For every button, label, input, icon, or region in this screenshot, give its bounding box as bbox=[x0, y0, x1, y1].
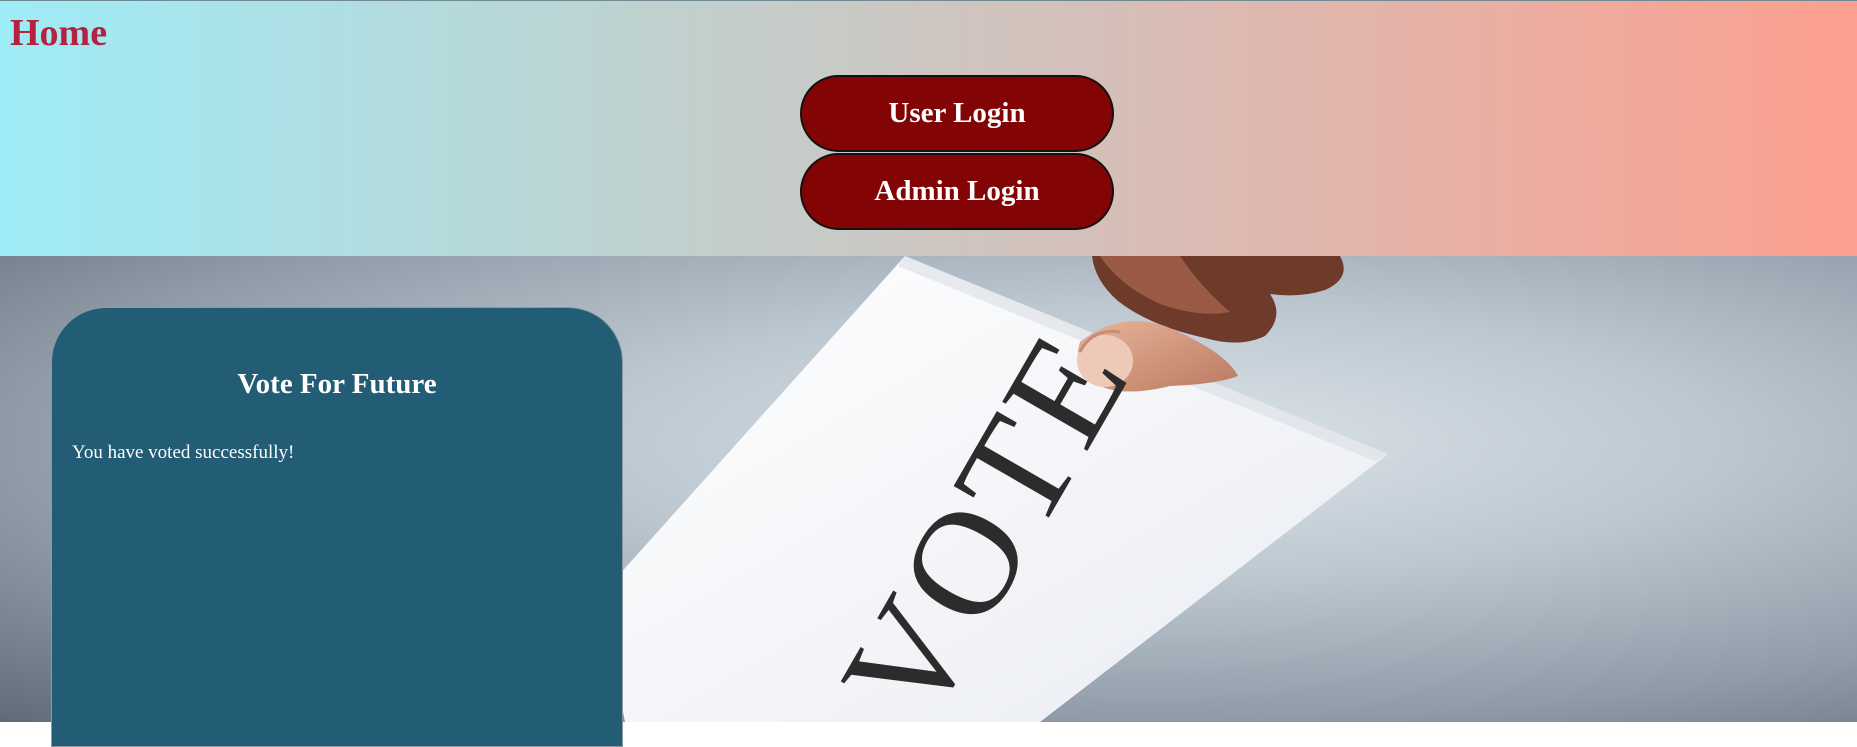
header: Home User Login Admin Login bbox=[0, 0, 1857, 256]
user-login-button[interactable]: User Login bbox=[800, 75, 1114, 152]
card-title: Vote For Future bbox=[237, 368, 437, 400]
vote-success-message: You have voted successfully! bbox=[72, 442, 295, 463]
admin-login-button[interactable]: Admin Login bbox=[800, 153, 1114, 230]
vote-card: Vote For Future You have voted successfu… bbox=[51, 307, 623, 747]
page-title: Home bbox=[10, 12, 108, 54]
